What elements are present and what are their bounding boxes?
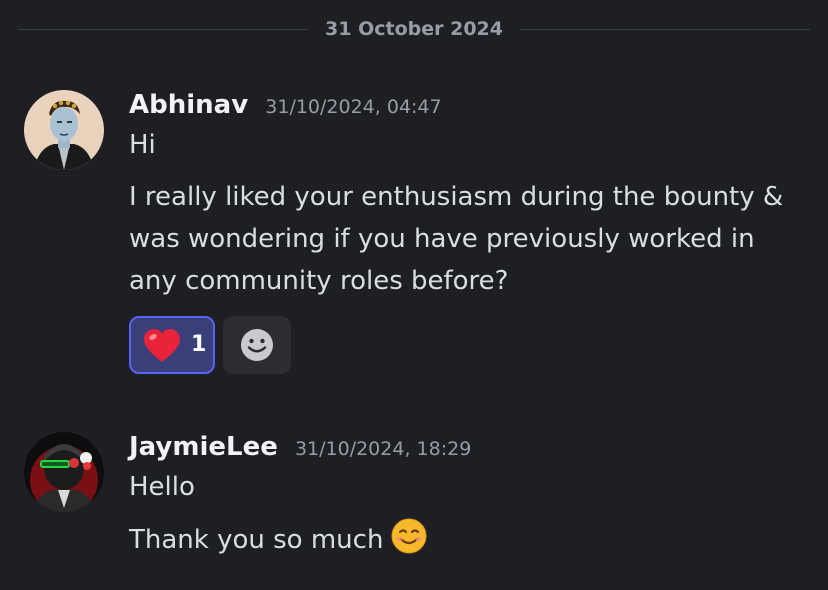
chat-window: 31 October 2024 Abhinav 31/10/2024, 04:4… [0,0,828,590]
message-header: JaymieLee 31/10/2024, 18:29 [129,432,809,466]
message-text: was wondering if you have previously wor… [129,224,755,254]
add-reaction-button[interactable] [223,316,291,374]
message-text: any community roles before? [129,266,509,296]
message-body: Abhinav 31/10/2024, 04:47 Hi I really li… [129,90,809,374]
message-abhinav: Abhinav 31/10/2024, 04:47 Hi I really li… [24,90,814,390]
message-text: I really liked your enthusiasm during th… [129,182,784,212]
message-body: JaymieLee 31/10/2024, 18:29 Hello Thank … [129,432,809,561]
date-divider-label: 31 October 2024 [325,18,503,40]
smile-add-reaction-icon [241,329,273,361]
message-paragraph: Thank you so much [129,518,809,561]
message-text: Hello [129,472,195,502]
message-text: Hi [129,130,156,160]
divider-line [18,29,308,30]
message-header: Abhinav 31/10/2024, 04:47 [129,90,809,124]
heart-emoji [144,329,180,362]
reactions-bar: 1 [129,316,809,374]
avatar-jaymielee[interactable] [24,432,104,512]
message-jaymielee: JaymieLee 31/10/2024, 18:29 Hello Thank … [24,432,814,582]
message-text: Thank you so much [129,525,384,555]
username[interactable]: JaymieLee [129,432,278,462]
message-text-line: Thank you so much [129,518,809,561]
avatar-abhinav[interactable] [24,90,104,170]
username[interactable]: Abhinav [129,90,248,120]
message-paragraph: I really liked your enthusiasm during th… [129,176,809,302]
reaction-count: 1 [191,332,207,357]
message-timestamp: 31/10/2024, 18:29 [294,438,472,460]
divider-line [520,29,810,30]
date-divider: 31 October 2024 [18,14,810,46]
message-timestamp: 31/10/2024, 04:47 [265,96,442,118]
reaction-heart[interactable]: 1 [129,316,215,374]
smiling-face-emoji [391,518,427,554]
